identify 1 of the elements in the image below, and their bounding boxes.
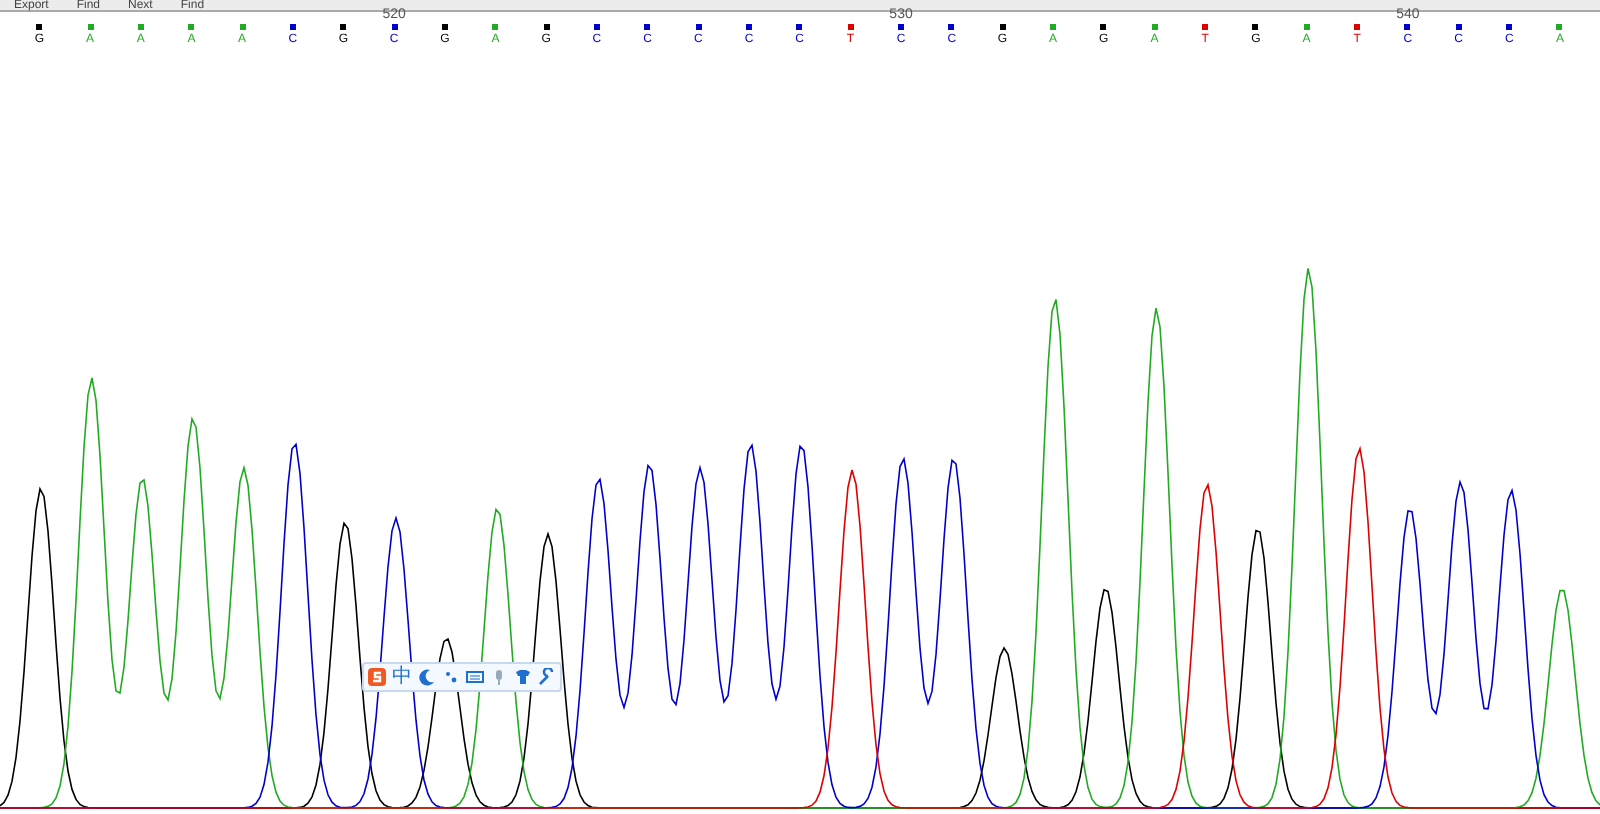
- input-mode-toggle[interactable]: 中: [392, 666, 412, 688]
